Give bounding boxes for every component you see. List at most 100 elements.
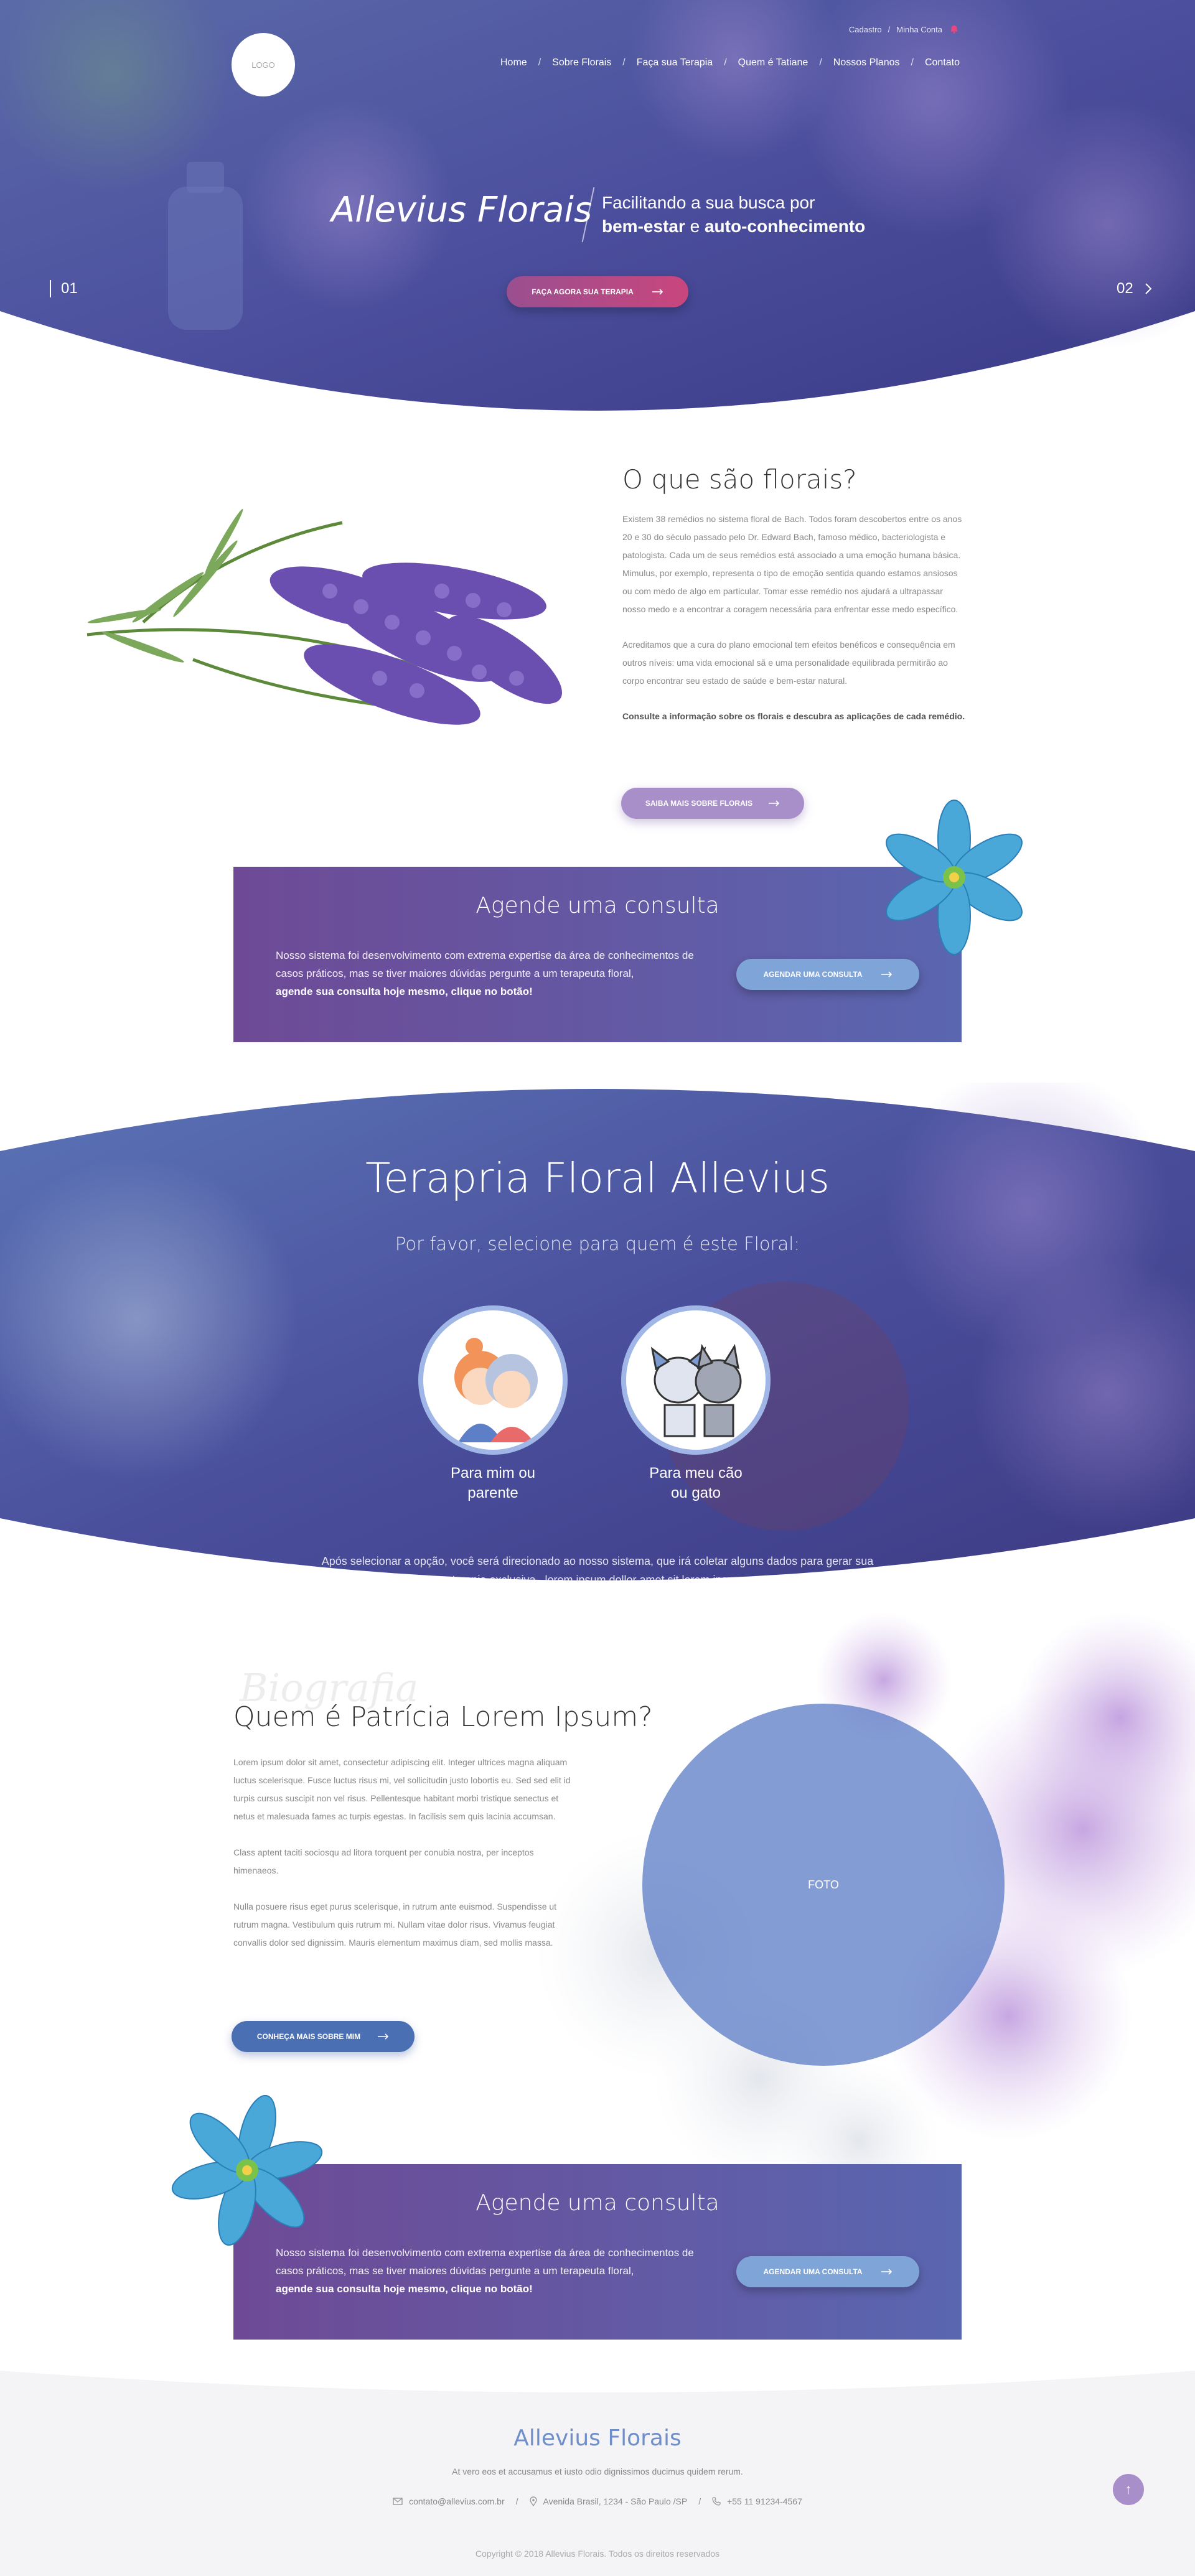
footer-separator: / bbox=[698, 2496, 701, 2506]
map-pin-icon bbox=[529, 2496, 537, 2506]
copyright: Copyright © 2018 Allevius Florais. Todos… bbox=[475, 2549, 720, 2559]
about-paragraph: Existem 38 remédios no sistema floral de… bbox=[622, 514, 962, 614]
blue-flower-image bbox=[886, 800, 1023, 955]
about-title: O que são florais? bbox=[622, 464, 857, 495]
consult-title: Agende uma consulta bbox=[476, 2190, 719, 2216]
profile-photo: FOTO bbox=[642, 1704, 1005, 2066]
footer-phone[interactable]: +55 11 91234-4567 bbox=[712, 2496, 802, 2506]
about-paragraph: Acreditamos que a cura do plano emociona… bbox=[622, 640, 955, 686]
option-person[interactable]: Para mim ou parente bbox=[418, 1305, 568, 1503]
signup-link[interactable]: Cadastro bbox=[849, 25, 882, 34]
option-pet-label-line1: Para meu cão bbox=[649, 1465, 743, 1482]
hero-section: LOGO Cadastro / Minha Conta Home / Sobre… bbox=[0, 0, 1195, 423]
hero-subtitle: Facilitando a sua busca por bem-estar e … bbox=[602, 191, 865, 238]
bio-text: Lorem ipsum dolor sit amet, consectetur … bbox=[233, 1753, 576, 1970]
hero-title: Allevius Florais bbox=[331, 190, 593, 230]
nav-separator: / bbox=[911, 57, 914, 68]
consult-text-bold: agende sua consulta hoje mesmo, clique n… bbox=[276, 2283, 533, 2295]
bio-paragraph: Class aptent taciti sociosqu ad litora t… bbox=[233, 1847, 534, 1875]
schedule-consult-button-label: AGENDAR UMA CONSULTA bbox=[763, 2267, 863, 2276]
therapy-note-line2: terapia exclusiva . lorem ipsum dollor a… bbox=[452, 1574, 743, 1586]
nav-separator: / bbox=[622, 57, 626, 68]
nav-quem-e-tatiane[interactable]: Quem é Tatiane bbox=[738, 57, 808, 68]
pets-icon bbox=[650, 1343, 742, 1437]
family-avatar bbox=[418, 1305, 568, 1455]
nav-sobre-florais[interactable]: Sobre Florais bbox=[552, 57, 611, 68]
nav-faca-sua-terapia[interactable]: Faça sua Terapia bbox=[637, 57, 713, 68]
nav-separator: / bbox=[538, 57, 541, 68]
schedule-consult-button[interactable]: AGENDAR UMA CONSULTA bbox=[736, 959, 919, 990]
slide-prev-number: 01 bbox=[61, 280, 78, 297]
about-highlight: Consulte a informação sobre os florais e… bbox=[622, 711, 965, 721]
envelope-icon bbox=[393, 2498, 403, 2505]
blue-flower-image bbox=[171, 2094, 323, 2246]
arrow-right-icon bbox=[881, 971, 892, 978]
therapy-note-line1: Após selecionar a opção, você será direc… bbox=[321, 1555, 874, 1567]
arrow-up-icon: ↑ bbox=[1125, 2481, 1132, 2497]
pets-avatar bbox=[621, 1305, 771, 1455]
footer-contacts: contato@allevius.com.br / Avenida Brasil… bbox=[0, 2496, 1195, 2506]
florais-info-button-label: SAIBA MAIS SOBRE FLORAIS bbox=[645, 799, 753, 808]
footer-separator: / bbox=[515, 2496, 518, 2506]
consult-title: Agende uma consulta bbox=[476, 893, 719, 918]
hero-cta-label: FAÇA AGORA SUA TERAPIA bbox=[532, 287, 634, 296]
footer-title: Allevius Florais bbox=[513, 2425, 682, 2451]
main-nav: Home / Sobre Florais / Faça sua Terapia … bbox=[500, 57, 960, 68]
footer-tagline: At vero eos et accusamus et iusto odio d… bbox=[452, 2466, 743, 2476]
slide-prev-bar bbox=[50, 280, 51, 297]
slide-next[interactable]: 02 bbox=[1117, 280, 1152, 297]
footer-phone-text: +55 11 91234-4567 bbox=[727, 2496, 802, 2506]
option-pet-label-line2: ou gato bbox=[670, 1485, 721, 1501]
hero-subtitle-mid: e bbox=[685, 217, 705, 236]
consult-box: Agende uma consulta Nosso sistema foi de… bbox=[233, 2164, 962, 2340]
hero-subtitle-bold1: bem-estar bbox=[602, 217, 685, 236]
bio-paragraph: Nulla posuere risus eget purus scelerisq… bbox=[233, 1902, 557, 1948]
hero-subtitle-line1: Facilitando a sua busca por bbox=[602, 193, 815, 212]
nav-nossos-planos[interactable]: Nossos Planos bbox=[833, 57, 900, 68]
bio-paragraph: Lorem ipsum dolor sit amet, consectetur … bbox=[233, 1757, 571, 1821]
account-menu: Cadastro / Minha Conta bbox=[849, 24, 960, 35]
consult-text: Nosso sistema foi desenvolvimento com ex… bbox=[276, 2244, 711, 2298]
logo[interactable]: LOGO bbox=[232, 33, 295, 96]
nav-separator: / bbox=[819, 57, 822, 68]
hero-subtitle-bold2: auto-conhecimento bbox=[704, 217, 866, 236]
phone-icon bbox=[712, 2497, 721, 2506]
slide-prev[interactable]: 01 bbox=[50, 280, 78, 297]
about-me-button-label: CONHEÇA MAIS SOBRE MIM bbox=[256, 2032, 361, 2041]
chevron-right-icon bbox=[1145, 283, 1152, 294]
florais-info-button[interactable]: SAIBA MAIS SOBRE FLORAIS bbox=[621, 788, 804, 819]
footer-address: Avenida Brasil, 1234 - São Paulo /SP bbox=[529, 2496, 687, 2506]
my-account-link[interactable]: Minha Conta bbox=[896, 25, 942, 34]
nav-contato[interactable]: Contato bbox=[925, 57, 960, 68]
account-menu-separator: / bbox=[888, 24, 891, 34]
arrow-right-icon bbox=[378, 2033, 389, 2040]
hero-cta-button[interactable]: FAÇA AGORA SUA TERAPIA bbox=[507, 276, 688, 307]
lavender-image bbox=[87, 508, 562, 725]
bell-icon[interactable] bbox=[949, 24, 960, 35]
schedule-consult-button[interactable]: AGENDAR UMA CONSULTA bbox=[736, 2256, 919, 2287]
nav-separator: / bbox=[724, 57, 727, 68]
consult-text: Nosso sistema foi desenvolvimento com ex… bbox=[276, 946, 711, 1001]
therapy-note: Após selecionar a opção, você será direc… bbox=[0, 1552, 1195, 1589]
option-person-label-line2: parente bbox=[467, 1485, 518, 1501]
footer-email-text: contato@allevius.com.br bbox=[409, 2496, 505, 2506]
schedule-consult-button-label: AGENDAR UMA CONSULTA bbox=[763, 970, 863, 979]
family-icon bbox=[454, 1338, 538, 1442]
nav-home[interactable]: Home bbox=[500, 57, 527, 68]
arrow-right-icon bbox=[881, 2269, 892, 2275]
about-me-button[interactable]: CONHEÇA MAIS SOBRE MIM bbox=[232, 2021, 415, 2052]
logo-text: LOGO bbox=[251, 60, 275, 70]
profile-photo-label: FOTO bbox=[808, 1878, 839, 1891]
footer-email[interactable]: contato@allevius.com.br bbox=[393, 2496, 505, 2506]
slide-next-number: 02 bbox=[1117, 280, 1133, 297]
about-text: Existem 38 remédios no sistema floral de… bbox=[622, 510, 968, 743]
therapy-title: Terapria Floral Allevius bbox=[365, 1154, 830, 1202]
consult-text-body: Nosso sistema foi desenvolvimento com ex… bbox=[276, 950, 694, 979]
scroll-to-top-button[interactable]: ↑ bbox=[1113, 2474, 1144, 2505]
arrow-right-icon bbox=[652, 289, 663, 295]
consult-box: Agende uma consulta Nosso sistema foi de… bbox=[233, 867, 962, 1042]
option-pet[interactable]: Para meu cão ou gato bbox=[621, 1305, 771, 1503]
consult-text-bold: agende sua consulta hoje mesmo, clique n… bbox=[276, 986, 533, 997]
consult-text-body: Nosso sistema foi desenvolvimento com ex… bbox=[276, 2247, 694, 2277]
option-person-label-line1: Para mim ou bbox=[450, 1465, 536, 1482]
